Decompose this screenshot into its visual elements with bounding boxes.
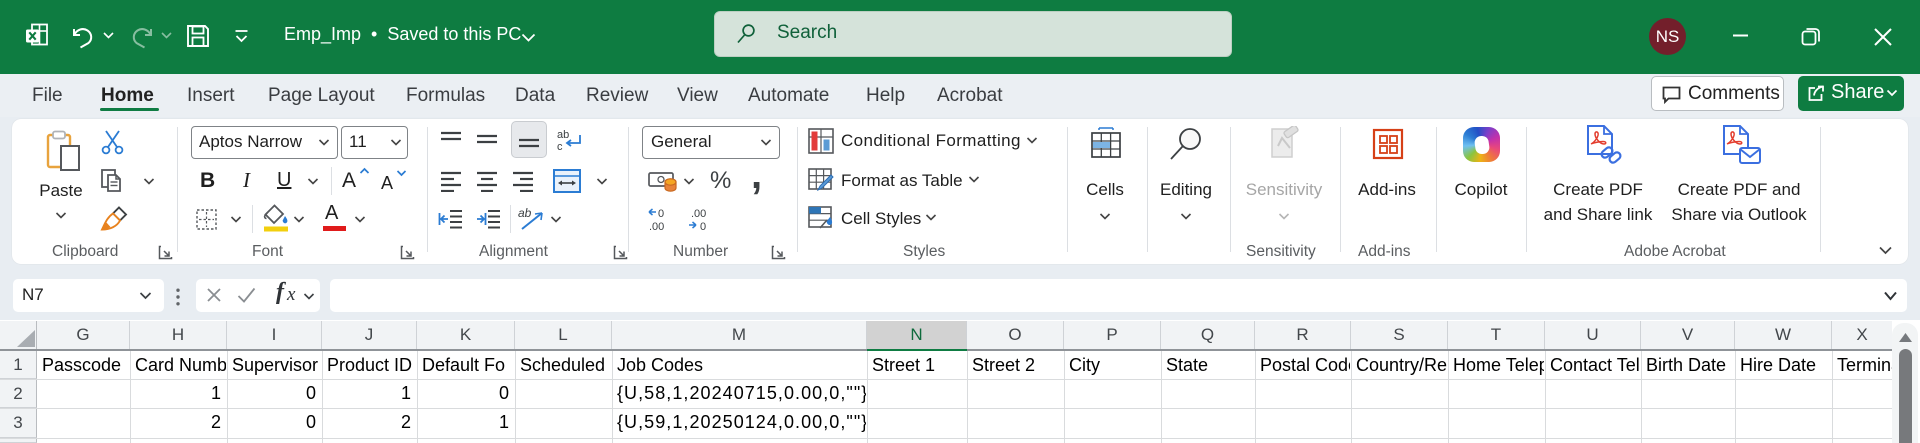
svg-text:c: c (557, 141, 563, 153)
svg-text:.00: .00 (691, 208, 706, 220)
svg-text:.00: .00 (649, 221, 664, 233)
svg-text:ab: ab (557, 129, 569, 141)
svg-text:ab: ab (518, 206, 532, 220)
svg-text:0: 0 (658, 208, 664, 220)
svg-text:0: 0 (700, 221, 706, 233)
